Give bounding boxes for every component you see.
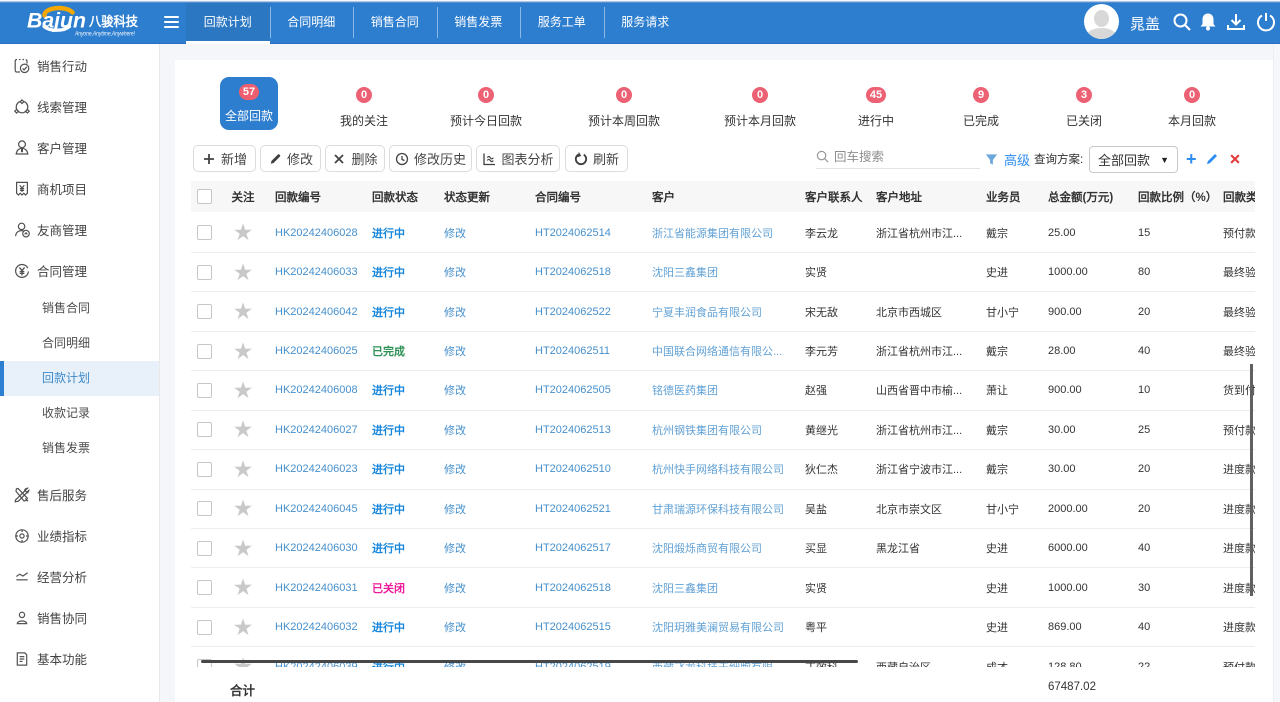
svg-text:Anyone,Anytime,Anywhere!: Anyone,Anytime,Anywhere! <box>74 31 135 38</box>
svg-text:Bajun: Bajun <box>27 10 86 33</box>
svg-text:八骏科技: 八骏科技 <box>88 14 139 29</box>
